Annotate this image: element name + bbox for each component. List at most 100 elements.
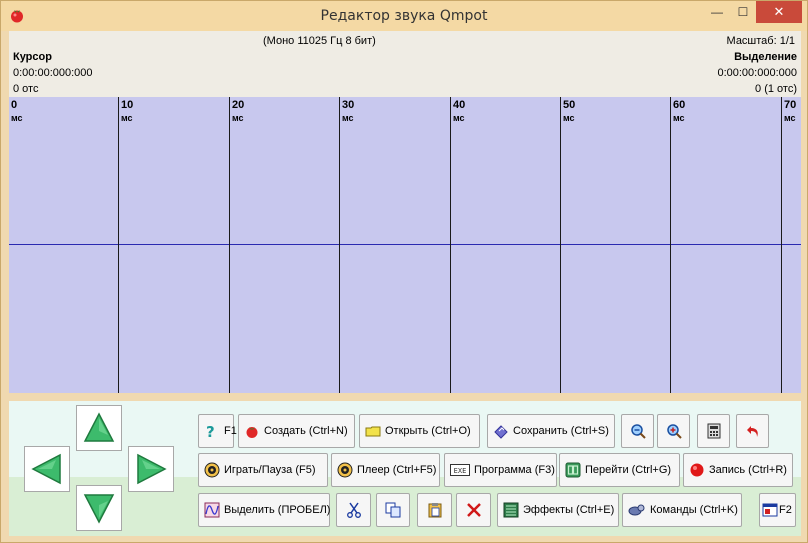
close-button[interactable]: ✕ — [756, 1, 802, 23]
audio-format: (Моно 11025 Гц 8 бит) — [263, 35, 376, 47]
svg-text:?: ? — [206, 423, 215, 439]
selection-time: 0:00:00:000:000 — [717, 67, 797, 79]
tick-unit: мс — [673, 113, 685, 123]
program-button[interactable]: EXE Программа (F3) — [444, 453, 557, 487]
waveform-center-line — [9, 244, 801, 245]
arrow-right-button[interactable] — [128, 446, 174, 492]
help-button[interactable]: ? F1 — [198, 414, 237, 448]
delete-button[interactable] — [456, 493, 491, 527]
time-tick-label: 70 мс — [784, 98, 796, 124]
cursor-label: Курсор — [13, 51, 52, 63]
app-window: Редактор звука Qmpot — ☐ ✕ (Моно 11025 Г… — [0, 0, 808, 543]
commands-button[interactable]: Команды (Ctrl+K) — [622, 493, 742, 527]
paste-icon — [427, 502, 443, 518]
tick-value: 30 — [342, 99, 355, 111]
folder-icon — [365, 423, 381, 439]
time-tick-label: 60 мс — [673, 98, 685, 124]
grid-line — [670, 97, 671, 393]
play-pause-button[interactable]: Играть/Пауза (F5) — [198, 453, 328, 487]
effects-button[interactable]: Эффекты (Ctrl+E) — [497, 493, 619, 527]
record-button[interactable]: Запись (Ctrl+R) — [683, 453, 793, 487]
window-icon — [762, 502, 778, 518]
arrow-left-button[interactable] — [24, 446, 70, 492]
zoom-scale: Масштаб: 1/1 — [726, 35, 795, 47]
cursor-samples: 0 отс — [13, 83, 39, 95]
player-button[interactable]: Плеер (Ctrl+F5) — [331, 453, 440, 487]
commands-icon — [628, 502, 646, 518]
play-pause-label: Играть/Пауза (F5) — [224, 464, 316, 476]
grid-line — [118, 97, 119, 393]
waveform-select-icon — [204, 502, 220, 518]
tick-value: 40 — [453, 99, 466, 111]
tick-value: 50 — [563, 99, 576, 111]
commands-label: Команды (Ctrl+K) — [650, 504, 738, 516]
open-label: Открыть (Ctrl+O) — [385, 425, 471, 437]
effects-icon — [503, 502, 519, 518]
control-panel: ? F1 Создать (Ctrl+N) Открыть (Ctrl+O) С… — [9, 401, 801, 536]
speaker-icon — [337, 462, 353, 478]
tick-unit: мс — [11, 113, 23, 123]
arrow-right-icon — [137, 453, 167, 485]
waveform-area[interactable]: 0 мс 10 мс 20 мс 30 мс 40 мс 50 мс 60 мс 70 мс — [9, 97, 801, 393]
help-icon: ? — [204, 423, 220, 439]
title-bar: Редактор звука Qmpot — ☐ ✕ — [1, 1, 807, 31]
arrow-down-icon — [83, 494, 115, 524]
record-icon — [689, 462, 705, 478]
tick-unit: мс — [453, 113, 465, 123]
arrow-up-button[interactable] — [76, 405, 122, 451]
grid-line — [560, 97, 561, 393]
f2-button[interactable]: F2 — [759, 493, 796, 527]
save-button[interactable]: Сохранить (Ctrl+S) — [487, 414, 615, 448]
info-header: (Моно 11025 Гц 8 бит) Масштаб: 1/1 Курсо… — [9, 31, 801, 97]
delete-x-icon — [466, 502, 482, 518]
tick-value: 10 — [121, 99, 134, 111]
time-tick-label: 50 мс — [563, 98, 575, 124]
create-label: Создать (Ctrl+N) — [264, 425, 348, 437]
zoom-out-button[interactable] — [621, 414, 654, 448]
program-label: Программа (F3) — [474, 464, 555, 476]
grid-line — [229, 97, 230, 393]
select-button[interactable]: Выделить (ПРОБЕЛ) — [198, 493, 330, 527]
exe-icon: EXE — [450, 462, 470, 478]
player-label: Плеер (Ctrl+F5) — [357, 464, 437, 476]
save-label: Сохранить (Ctrl+S) — [513, 425, 609, 437]
save-icon — [493, 423, 509, 439]
calculator-icon — [706, 423, 722, 439]
effects-label: Эффекты (Ctrl+E) — [523, 504, 615, 516]
grid-line — [781, 97, 782, 393]
speaker-icon — [204, 462, 220, 478]
arrow-down-button[interactable] — [76, 485, 122, 531]
undo-button[interactable] — [736, 414, 769, 448]
minimize-button[interactable]: — — [706, 1, 728, 23]
goto-label: Перейти (Ctrl+G) — [585, 464, 672, 476]
tick-unit: мс — [784, 113, 796, 123]
tomato-icon — [244, 423, 260, 439]
copy-button[interactable] — [376, 493, 410, 527]
goto-button[interactable]: Перейти (Ctrl+G) — [559, 453, 680, 487]
paste-button[interactable] — [417, 493, 452, 527]
time-tick-label: 40 мс — [453, 98, 465, 124]
time-tick-label: 10 мс — [121, 98, 133, 124]
help-label: F1 — [224, 425, 237, 437]
time-tick-label: 0 мс — [11, 98, 23, 124]
zoom-in-icon — [666, 423, 682, 439]
tick-value: 0 — [11, 99, 18, 111]
maximize-button[interactable]: ☐ — [732, 1, 754, 23]
select-label: Выделить (ПРОБЕЛ) — [224, 504, 331, 516]
tick-value: 60 — [673, 99, 686, 111]
arrow-left-icon — [31, 453, 61, 485]
time-tick-label: 30 мс — [342, 98, 354, 124]
record-label: Запись (Ctrl+R) — [709, 464, 787, 476]
cut-button[interactable] — [336, 493, 371, 527]
tick-value: 70 — [784, 99, 797, 111]
open-button[interactable]: Открыть (Ctrl+O) — [359, 414, 480, 448]
f2-label: F2 — [779, 504, 792, 516]
copy-icon — [385, 502, 401, 518]
calculator-button[interactable] — [697, 414, 730, 448]
cursor-time: 0:00:00:000:000 — [13, 67, 93, 79]
scissors-icon — [346, 502, 362, 518]
selection-samples: 0 (1 отс) — [755, 83, 797, 95]
tick-value: 20 — [232, 99, 245, 111]
zoom-in-button[interactable] — [657, 414, 690, 448]
create-button[interactable]: Создать (Ctrl+N) — [238, 414, 355, 448]
